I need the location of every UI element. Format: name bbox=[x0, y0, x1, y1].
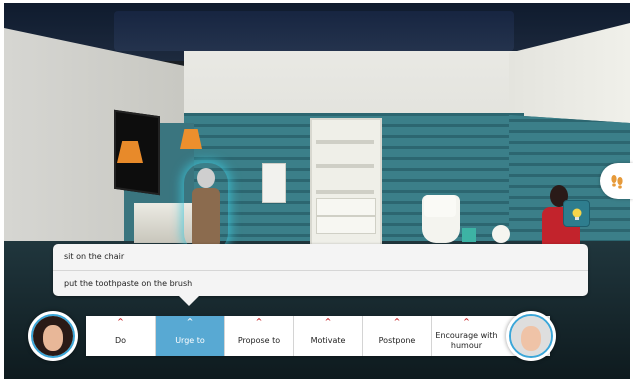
face-skin bbox=[43, 325, 63, 351]
towel[interactable] bbox=[262, 163, 286, 203]
avatar-ring bbox=[31, 314, 75, 358]
shelf-board bbox=[316, 140, 374, 144]
action-bar: ^ Do ^ Urge to ^ Propose to ^ Motivate ^… bbox=[86, 316, 550, 356]
shelf-drawer bbox=[316, 198, 376, 216]
action-label: Do bbox=[114, 336, 127, 345]
elderly-character[interactable] bbox=[190, 168, 222, 248]
menu-option[interactable]: put the toothpaste on the brush bbox=[53, 270, 588, 297]
shelf-drawer bbox=[316, 216, 376, 234]
footprints-icon bbox=[610, 175, 623, 189]
action-label: Motivate bbox=[310, 336, 346, 345]
caregiver-avatar[interactable] bbox=[28, 311, 78, 361]
action-options-menu: sit on the chair put the toothpaste on t… bbox=[53, 244, 588, 306]
action-propose-to-button[interactable]: ^ Propose to bbox=[225, 316, 294, 356]
action-postpone-button[interactable]: ^ Postpone bbox=[363, 316, 432, 356]
menu-option[interactable]: sit on the chair bbox=[53, 244, 588, 270]
action-label: Postpone bbox=[378, 336, 416, 345]
walk-button[interactable] bbox=[600, 163, 633, 199]
toilet-paper bbox=[492, 225, 510, 243]
lightbulb-icon bbox=[572, 208, 581, 220]
action-urge-to-button[interactable]: ^ Urge to bbox=[156, 316, 225, 356]
shelf-board bbox=[316, 164, 374, 168]
bin bbox=[462, 228, 476, 242]
face-skin bbox=[521, 326, 541, 351]
action-do-button[interactable]: ^ Do bbox=[86, 316, 156, 356]
avatar-ring bbox=[509, 314, 553, 358]
action-label: Propose to bbox=[237, 336, 281, 345]
menu-pointer bbox=[179, 296, 199, 306]
patient-face bbox=[511, 316, 551, 356]
hint-button[interactable] bbox=[563, 200, 590, 227]
shelf-unit[interactable] bbox=[310, 118, 382, 252]
patient-avatar[interactable] bbox=[506, 311, 556, 361]
ceiling-panel bbox=[114, 11, 514, 51]
character-body bbox=[192, 188, 220, 248]
character-head bbox=[197, 168, 215, 188]
game-viewport[interactable]: sit on the chair put the toothpaste on t… bbox=[0, 0, 633, 383]
toilet-lid bbox=[424, 195, 456, 217]
action-label: Encourage with humour bbox=[435, 331, 498, 350]
action-label: Urge to bbox=[175, 336, 205, 345]
shelf-board bbox=[316, 190, 374, 194]
caregiver-face bbox=[33, 316, 73, 356]
action-encourage-with-humour-button[interactable]: ^ Encourage with humour bbox=[432, 316, 501, 356]
action-motivate-button[interactable]: ^ Motivate bbox=[294, 316, 363, 356]
